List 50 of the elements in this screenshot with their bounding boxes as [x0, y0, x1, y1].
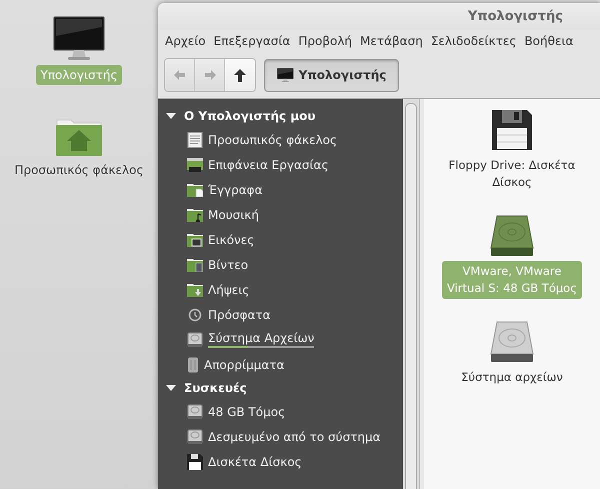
document-icon	[187, 132, 203, 148]
sidebar-item[interactable]: Σύστημα Αρχείων	[208, 331, 314, 345]
trash-icon	[187, 356, 199, 372]
scrollbar-thumb[interactable]	[405, 103, 417, 489]
file-icon-label[interactable]: Σύστημα αρχείων	[457, 367, 567, 388]
drive-icon	[187, 428, 203, 444]
sidebar-item[interactable]: Μουσική	[208, 208, 259, 222]
sidebar-item[interactable]: Λήψεις	[208, 282, 250, 296]
menu-item[interactable]: Βοήθεια	[520, 32, 578, 50]
sidebar-item[interactable]: Βίντεο	[208, 258, 248, 272]
right-arrow-icon	[202, 68, 216, 82]
floppy-icon	[187, 454, 203, 470]
menu-item[interactable]: Σελιδοδείκτες	[426, 32, 520, 50]
music-folder-icon	[187, 208, 203, 222]
sidebar-item[interactable]: Έγγραφα	[208, 182, 263, 196]
file-icon-label[interactable]: Floppy Drive: Δισκέτα Δίσκος	[442, 155, 582, 193]
up-button[interactable]	[225, 59, 255, 91]
up-arrow-icon	[233, 68, 247, 82]
recent-icon	[187, 306, 203, 322]
sidebar-item[interactable]: Απορρίμματα	[204, 358, 284, 372]
left-arrow-icon	[172, 68, 186, 82]
pictures-folder-icon	[187, 232, 203, 246]
hard-drive-icon	[489, 321, 535, 363]
sidebar-item[interactable]: Πρόσφατα	[208, 308, 271, 322]
expanded-triangle-icon[interactable]	[166, 112, 176, 120]
monitor-icon	[277, 68, 294, 82]
menu-item[interactable]: Μετάβαση	[356, 32, 427, 50]
sidebar-item[interactable]: Εικόνες	[208, 232, 254, 246]
sidebar-section-title: Ο Υπολογιστής μου	[184, 109, 316, 123]
sidebar-section-title: Συσκευές	[184, 381, 247, 395]
desktop-icon-label[interactable]: Προσωπικός φάκελος	[9, 160, 149, 180]
expanded-triangle-icon[interactable]	[166, 384, 176, 392]
hard-drive-icon	[489, 215, 535, 257]
menu-item[interactable]: Προβολή	[294, 32, 356, 50]
window-title: Υπολογιστής	[158, 3, 600, 30]
drive-icon	[187, 332, 203, 348]
sidebar-item[interactable]: Δισκέτα Δίσκος	[208, 454, 302, 468]
documents-folder-icon	[187, 182, 203, 196]
sidebar-item[interactable]: Δεσμευμένο από το σύστημα	[208, 430, 381, 444]
monitor-icon	[52, 16, 105, 62]
sidebar-item[interactable]: Προσωπικός φάκελος	[208, 132, 338, 146]
sidebar-item[interactable]: 48 GB Τόμος	[208, 404, 286, 418]
downloads-folder-icon	[187, 282, 203, 296]
menu-item[interactable]: Αρχείο	[161, 32, 210, 50]
video-folder-icon	[187, 258, 203, 272]
sidebar-item[interactable]: Επιφάνεια Εργασίας	[208, 158, 328, 172]
location-button[interactable]: Υπολογιστής	[264, 58, 400, 92]
drive-icon	[187, 404, 203, 420]
menu-item[interactable]: Επεξεργασία	[210, 32, 294, 50]
desktop-icon	[187, 158, 203, 172]
